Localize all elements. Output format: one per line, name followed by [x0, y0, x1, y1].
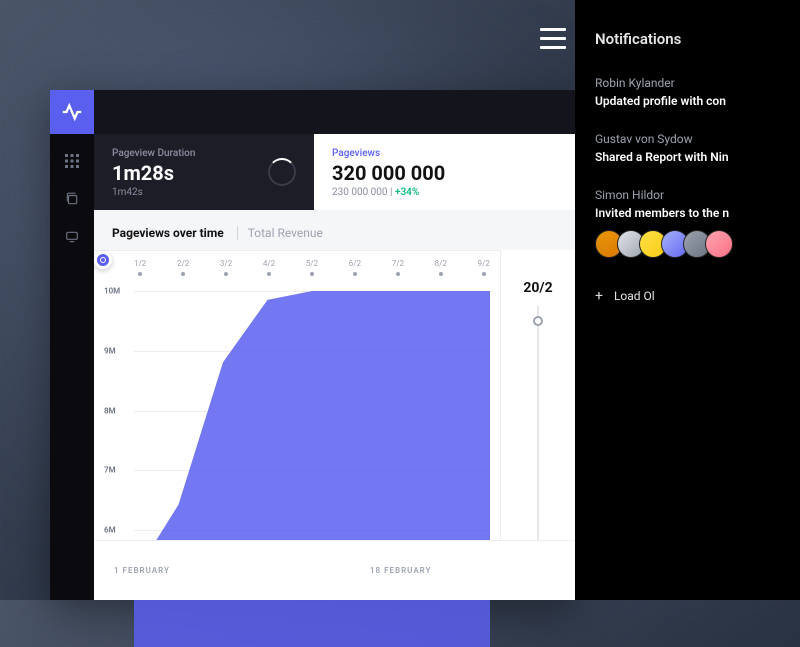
- menu-toggle[interactable]: [540, 28, 566, 49]
- notification-item[interactable]: Robin Kylander Updated profile with con: [595, 76, 780, 108]
- tab-pageviews[interactable]: Pageviews over time: [112, 226, 224, 240]
- avatar[interactable]: [705, 230, 733, 258]
- main-content: Pageview Duration 1m28s 1m42s Pageviews …: [94, 90, 575, 600]
- layers-icon[interactable]: [65, 192, 79, 210]
- notif-user: Gustav von Sydow: [595, 132, 780, 146]
- scrubber-label: 20/2: [523, 280, 552, 296]
- scrubber-track[interactable]: [537, 306, 539, 540]
- app-logo[interactable]: [50, 90, 94, 134]
- metric-delta: +34%: [395, 187, 419, 198]
- chart-highlight-marker[interactable]: [94, 251, 112, 269]
- grid-icon[interactable]: [65, 154, 79, 172]
- timeline-footer: 1 FEBRUARY 18 FEBRUARY: [94, 540, 575, 600]
- load-more-label: Load Ol: [614, 289, 655, 303]
- monitor-icon[interactable]: [65, 230, 79, 248]
- tab-revenue[interactable]: Total Revenue: [237, 226, 323, 240]
- metric-duration[interactable]: Pageview Duration 1m28s 1m42s: [94, 134, 314, 210]
- chart-area: 1/22/23/24/25/26/27/28/29/2 10M9M8M7M6M: [94, 250, 500, 540]
- avatar-group: [595, 230, 780, 258]
- chart-tabs: Pageviews over time Total Revenue: [112, 226, 323, 240]
- notif-action: Updated profile with con: [595, 94, 780, 108]
- scrubber-knob[interactable]: [533, 316, 543, 326]
- metric-pageviews[interactable]: Pageviews 320 000 000 230 000 000 | +34%: [314, 134, 575, 210]
- notifications-panel: Notifications Robin Kylander Updated pro…: [575, 0, 800, 600]
- header-bar: [94, 90, 575, 134]
- dashboard-app: Pageview Duration 1m28s 1m42s Pageviews …: [50, 90, 575, 600]
- timeline-label-start: 1 FEBRUARY: [114, 566, 170, 575]
- x-axis-ticks: 1/22/23/24/25/26/27/28/29/2: [134, 259, 490, 276]
- loading-spinner-icon: [268, 158, 296, 186]
- metric-sub: 1m42s: [112, 187, 296, 198]
- metric-value: 320 000 000: [332, 161, 557, 185]
- metric-label: Pageviews: [332, 148, 557, 159]
- notification-item[interactable]: Gustav von Sydow Shared a Report with Ni…: [595, 132, 780, 164]
- notification-item[interactable]: Simon Hildor Invited members to the n: [595, 188, 780, 258]
- timeline-label-end: 18 FEBRUARY: [370, 566, 432, 575]
- notif-action: Shared a Report with Nin: [595, 150, 780, 164]
- notif-user: Simon Hildor: [595, 188, 780, 202]
- notifications-title: Notifications: [595, 30, 780, 48]
- pulse-icon: [61, 101, 83, 123]
- metric-sub-value: 230 000 000: [332, 187, 388, 198]
- date-scrubber[interactable]: 20/2: [500, 250, 575, 540]
- metric-label: Pageview Duration: [112, 148, 296, 159]
- load-more-button[interactable]: Load Ol: [595, 288, 780, 304]
- notif-action: Invited members to the n: [595, 206, 780, 220]
- sidebar: [50, 90, 94, 600]
- metric-sub: 230 000 000 | +34%: [332, 187, 557, 198]
- notif-user: Robin Kylander: [595, 76, 780, 90]
